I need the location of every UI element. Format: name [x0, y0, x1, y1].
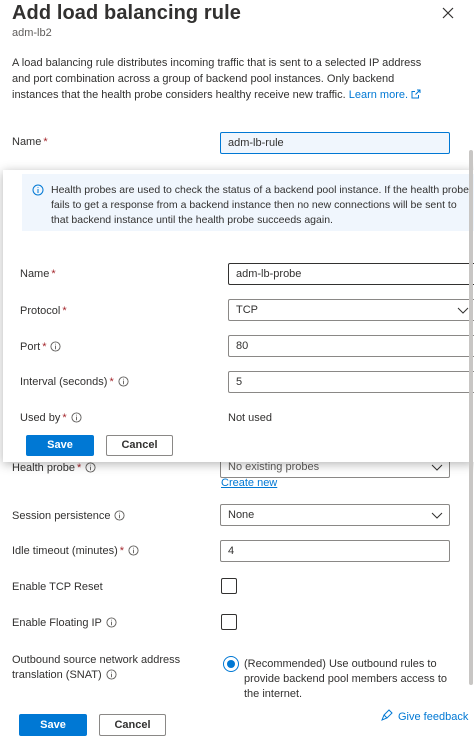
rule-name-input[interactable]: adm-lb-rule: [220, 132, 450, 154]
probe-save-button[interactable]: Save: [26, 435, 94, 456]
info-icon[interactable]: [106, 617, 117, 628]
port-label: Port *: [20, 341, 62, 353]
info-icon[interactable]: [106, 669, 117, 680]
info-icon[interactable]: [128, 545, 139, 556]
chevron-down-icon: [431, 512, 443, 519]
protocol-label: Protocol *: [20, 305, 67, 317]
protocol-dropdown[interactable]: TCP: [228, 299, 474, 321]
feedback-icon: [381, 709, 393, 721]
learn-more-link[interactable]: Learn more.: [349, 89, 408, 101]
panel-subtitle: adm-lb2: [12, 27, 52, 39]
session-persistence-dropdown[interactable]: None: [220, 504, 450, 526]
info-icon[interactable]: [118, 376, 129, 387]
external-link-icon[interactable]: [411, 89, 421, 99]
give-feedback-link[interactable]: Give feedback: [380, 709, 468, 723]
info-banner-text: Health probes are used to check the stat…: [51, 184, 469, 226]
tcp-reset-label: Enable TCP Reset: [12, 581, 103, 593]
save-button[interactable]: Save: [19, 714, 87, 736]
info-icon[interactable]: [85, 462, 96, 473]
probe-name-input[interactable]: adm-lb-probe: [228, 263, 474, 285]
session-persistence-label: Session persistence: [12, 510, 125, 522]
rule-name-label: Name *: [12, 136, 48, 148]
used-by-value: Not used: [228, 412, 273, 424]
port-input[interactable]: 80: [228, 335, 474, 357]
used-by-label: Used by *: [20, 412, 82, 424]
info-icon[interactable]: [50, 341, 62, 352]
chevron-down-icon: [431, 464, 443, 471]
probe-name-label: Name *: [20, 268, 56, 280]
health-probe-label: Health probe *: [12, 462, 96, 474]
interval-label: Interval (seconds) *: [20, 376, 129, 388]
close-icon[interactable]: [439, 4, 457, 22]
create-new-link[interactable]: Create new: [221, 477, 277, 489]
info-icon: [32, 184, 44, 196]
snat-recommended-radio[interactable]: [223, 656, 239, 672]
snat-option-label: (Recommended) Use outbound rules to prov…: [244, 658, 447, 700]
scrollbar[interactable]: [469, 150, 473, 685]
chevron-down-icon: [457, 307, 469, 314]
idle-timeout-input[interactable]: 4: [220, 540, 450, 562]
cancel-button[interactable]: Cancel: [99, 714, 166, 736]
panel-title: Add load balancing rule: [12, 2, 241, 24]
idle-timeout-label: Idle timeout (minutes) *: [12, 545, 139, 557]
floating-ip-label: Enable Floating IP: [12, 617, 117, 629]
panel-description: A load balancing rule distributes incomi…: [12, 55, 442, 103]
info-icon[interactable]: [114, 510, 125, 521]
probe-cancel-button[interactable]: Cancel: [106, 435, 173, 456]
floating-ip-checkbox[interactable]: [221, 614, 237, 630]
snat-label: Outbound source network address translat…: [12, 654, 181, 681]
interval-input[interactable]: 5: [228, 371, 474, 393]
tcp-reset-checkbox[interactable]: [221, 578, 237, 594]
info-icon[interactable]: [71, 412, 82, 423]
